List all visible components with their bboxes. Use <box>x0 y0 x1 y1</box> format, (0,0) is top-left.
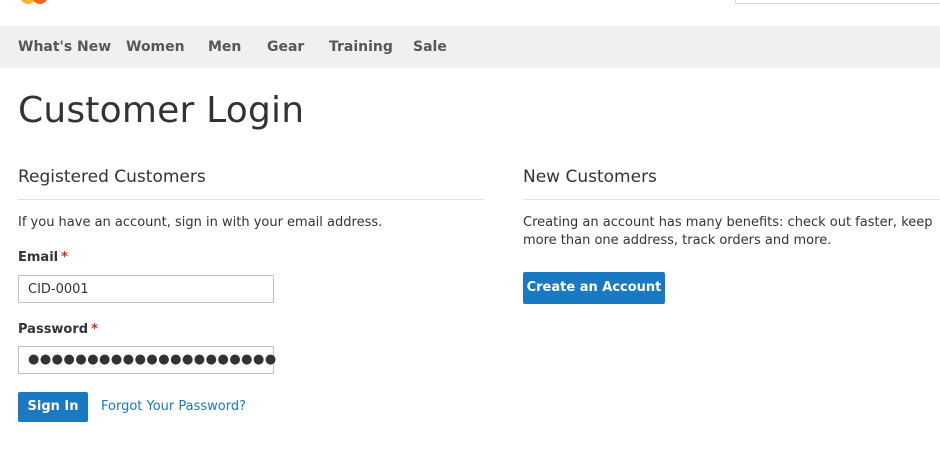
email-required-marker: * <box>61 250 68 265</box>
registered-customers-title: Registered Customers <box>18 167 206 187</box>
new-customers-title: New Customers <box>523 167 657 187</box>
luma-logo-icon[interactable] <box>20 0 60 4</box>
email-label: Email * <box>18 249 68 267</box>
nav-item-whats-new[interactable]: What's New <box>18 26 111 68</box>
new-customers-note: Creating an account has many benefits: c… <box>523 215 933 248</box>
registered-divider <box>18 199 484 200</box>
search-input[interactable] <box>735 0 940 4</box>
password-masked-value: ●●●●●●●●●●●●●●●●●●●●● <box>28 352 277 367</box>
email-field[interactable] <box>18 275 274 303</box>
nav-item-gear[interactable]: Gear <box>267 26 304 68</box>
nav-item-men[interactable]: Men <box>208 26 241 68</box>
top-header <box>0 0 940 26</box>
nav-item-women[interactable]: Women <box>126 26 185 68</box>
password-label-text: Password <box>18 322 89 337</box>
nav-item-training[interactable]: Training <box>329 26 393 68</box>
registered-note: If you have an account, sign in with you… <box>18 215 383 230</box>
nav-item-sale[interactable]: Sale <box>413 26 447 68</box>
new-customers-divider <box>523 199 940 200</box>
password-required-marker: * <box>91 322 98 337</box>
main-navigation: What's New Women Men Gear Training Sale <box>0 26 940 68</box>
create-account-button[interactable]: Create an Account <box>523 272 665 304</box>
email-label-text: Email <box>18 250 59 265</box>
sign-in-button[interactable]: Sign In <box>18 392 88 422</box>
page-title: Customer Login <box>18 90 305 131</box>
forgot-password-link[interactable]: Forgot Your Password? <box>101 398 246 416</box>
password-label: Password * <box>18 321 98 339</box>
password-field[interactable]: ●●●●●●●●●●●●●●●●●●●●● <box>18 346 277 374</box>
